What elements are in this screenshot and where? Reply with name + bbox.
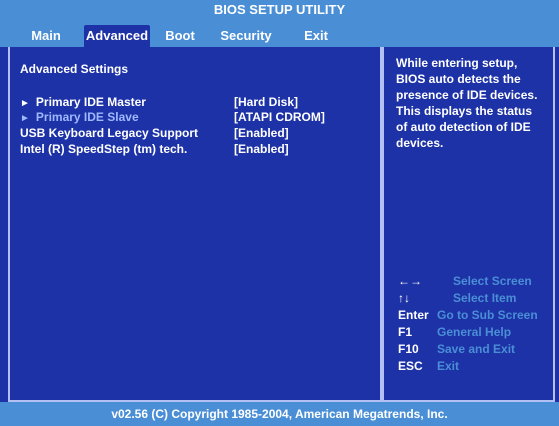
setting-value: [Enabled] [234, 126, 289, 140]
app-title: BIOS SETUP UTILITY [213, 2, 346, 17]
tab-advanced-label: Advanced [85, 28, 149, 43]
key-name: Enter [398, 308, 429, 322]
title-bar: BIOS SETUP UTILITY [0, 0, 559, 20]
panel-divider [382, 47, 384, 402]
tab-main[interactable]: Main [24, 25, 68, 47]
key-legend: ←→ Select Screen ↑↓ Select Item Enter Go… [398, 274, 558, 376]
key-legend-row: Enter Go to Sub Screen [398, 308, 558, 325]
key-desc: General Help [437, 325, 512, 339]
tab-advanced[interactable]: Advanced [84, 25, 150, 47]
tab-main-label: Main [31, 28, 61, 43]
copyright-footer: v02.56 (C) Copyright 1985-2004, American… [0, 402, 559, 426]
key-desc: Select Screen [453, 274, 532, 288]
tab-boot[interactable]: Boot [162, 25, 198, 47]
key-legend-row: ESC Exit [398, 359, 558, 376]
arrows-vertical-icon: ↑↓ [398, 291, 410, 305]
tab-exit-label: Exit [304, 28, 328, 43]
setting-value: [Hard Disk] [234, 95, 299, 109]
setting-value: [ATAPI CDROM] [234, 110, 325, 124]
arrows-horizontal-icon: ←→ [398, 274, 422, 288]
key-legend-row: F1 General Help [398, 325, 558, 342]
key-desc: Save and Exit [437, 342, 516, 356]
setting-label: USB Keyboard Legacy Support [20, 126, 199, 140]
tab-security[interactable]: Security [214, 25, 278, 47]
key-legend-row: F10 Save and Exit [398, 342, 558, 359]
help-description: While entering setup, BIOS auto detects … [396, 56, 538, 150]
key-desc: Exit [437, 359, 460, 373]
submenu-arrow-icon: ► [20, 113, 30, 124]
key-name: F1 [398, 325, 413, 339]
key-desc: Go to Sub Screen [437, 308, 538, 322]
setting-label: Intel (R) SpeedStep (tm) tech. [20, 142, 188, 156]
key-legend-row: ←→ Select Screen [398, 274, 558, 291]
setting-label: ► Primary IDE Slave [20, 110, 139, 124]
copyright-text: v02.56 (C) Copyright 1985-2004, American… [111, 407, 448, 421]
tab-exit[interactable]: Exit [298, 25, 334, 47]
submenu-arrow-icon: ► [20, 98, 30, 109]
menu-bar: Main Advanced Boot Security Exit [0, 20, 559, 47]
key-name: ESC [398, 359, 423, 373]
tab-boot-label: Boot [165, 28, 195, 43]
key-desc: Select Item [453, 291, 517, 305]
tab-security-label: Security [220, 28, 272, 43]
setting-label: ► Primary IDE Master [20, 95, 146, 109]
section-title: Advanced Settings [20, 62, 129, 76]
setting-value: [Enabled] [234, 142, 289, 156]
key-legend-row: ↑↓ Select Item [398, 291, 558, 308]
key-name: F10 [398, 342, 419, 356]
